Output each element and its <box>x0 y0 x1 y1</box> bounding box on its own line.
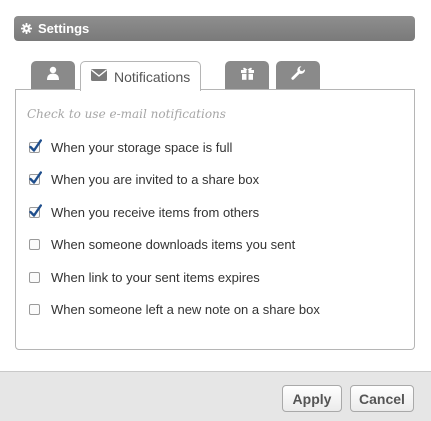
checkbox[interactable] <box>29 271 40 283</box>
checkbox-checked[interactable] <box>29 170 42 185</box>
envelope-icon <box>91 68 107 86</box>
notification-option[interactable]: When you receive items from others <box>29 202 259 222</box>
notification-option-label: When you are invited to a share box <box>51 171 260 187</box>
checkmark-icon <box>29 203 42 217</box>
notification-option[interactable]: When link to your sent items expires <box>29 267 260 287</box>
notification-option-label: When your storage space is full <box>51 139 233 155</box>
user-icon <box>46 66 60 85</box>
notification-option[interactable]: When your storage space is full <box>29 137 232 157</box>
cancel-button[interactable]: Cancel <box>350 385 414 412</box>
notification-option-label: When someone downloads items you sent <box>51 236 296 252</box>
gear-icon <box>21 23 32 34</box>
notification-option[interactable]: When someone left a new note on a share … <box>29 299 320 319</box>
tab-notifications[interactable]: Notifications <box>80 61 202 91</box>
notification-option-label: When you receive items from others <box>51 204 260 220</box>
notifications-hint: Check to use e-mail notifications <box>27 107 226 121</box>
checkbox-checked[interactable] <box>29 138 42 153</box>
tab-notifications-label: Notifications <box>114 68 191 85</box>
notification-option-label: When someone left a new note on a share … <box>51 301 320 317</box>
apply-button[interactable]: Apply <box>282 385 342 412</box>
checkmark-icon <box>29 170 42 184</box>
window-title: Settings <box>38 21 90 36</box>
settings-title-bar: Settings <box>14 16 415 41</box>
tab-gifts[interactable] <box>225 61 269 90</box>
checkmark-icon <box>29 138 42 152</box>
tab-account[interactable] <box>31 61 75 90</box>
checkbox[interactable] <box>29 238 40 250</box>
wrench-icon <box>290 65 306 86</box>
tab-tools[interactable] <box>276 61 320 90</box>
checkbox[interactable] <box>29 303 40 315</box>
notification-option[interactable]: When someone downloads items you sent <box>29 234 295 254</box>
notification-option-label: When link to your sent items expires <box>51 269 260 285</box>
notifications-panel: Check to use e-mail notifications When y… <box>15 89 415 350</box>
checkbox-checked[interactable] <box>29 203 42 218</box>
notification-option[interactable]: When you are invited to a share box <box>29 169 259 189</box>
dialog-footer: Apply Cancel <box>0 371 431 421</box>
gift-icon <box>240 66 255 85</box>
